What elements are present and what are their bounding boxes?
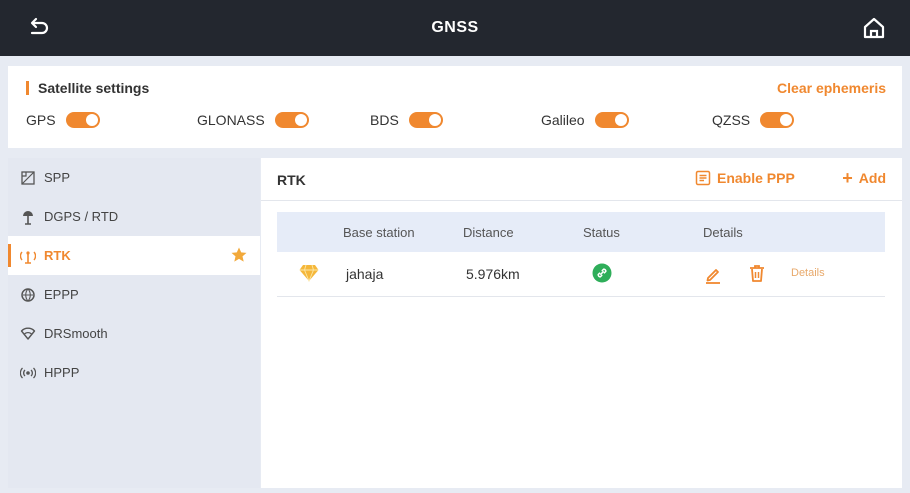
broadcast-icon: [20, 367, 36, 378]
table-header: Base station Distance Status Details: [277, 212, 885, 252]
link-status-icon: [592, 263, 612, 283]
bds-label: BDS: [370, 112, 399, 128]
sidebar-item-dgps-rtd[interactable]: DGPS / RTD: [8, 197, 260, 236]
sidebar-item-label: DGPS / RTD: [44, 209, 119, 224]
glonass-label: GLONASS: [197, 112, 265, 128]
clear-ephemeris-button[interactable]: Clear ephemeris: [777, 80, 886, 96]
sidebar-item-label: HPPP: [44, 365, 80, 380]
edit-icon[interactable]: [703, 264, 723, 284]
rtk-title: RTK: [277, 172, 306, 188]
gps-label: GPS: [26, 112, 56, 128]
delete-icon[interactable]: [747, 263, 767, 283]
glonass-setting: GLONASS: [197, 112, 309, 128]
add-button[interactable]: + Add: [842, 168, 886, 188]
satellite-settings-title: Satellite settings: [26, 80, 149, 96]
list-icon: [695, 170, 711, 186]
bds-setting: BDS: [370, 112, 443, 128]
wifi-icon: [20, 327, 36, 340]
sidebar-item-drsmooth[interactable]: DRSmooth: [8, 314, 260, 353]
base-station-name: jahaja: [346, 266, 384, 282]
qzss-toggle[interactable]: [760, 112, 795, 128]
back-arrow-icon[interactable]: [24, 14, 52, 42]
sidebar-item-label: RTK: [44, 248, 71, 263]
satellite-settings-label: Satellite settings: [38, 80, 150, 96]
column-header: Details: [703, 225, 743, 240]
antenna-icon: [23, 210, 33, 225]
add-label: Add: [858, 170, 886, 186]
sidebar-item-label: DRSmooth: [44, 326, 108, 341]
sidebar-item-hppp[interactable]: HPPP: [8, 353, 260, 392]
enable-ppp-label: Enable PPP: [717, 170, 795, 186]
galileo-toggle[interactable]: [594, 112, 629, 128]
glonass-toggle[interactable]: [274, 112, 309, 128]
qzss-setting: QZSS: [712, 112, 795, 128]
sidebar-item-label: SPP: [44, 170, 71, 185]
page-title: GNSS: [431, 19, 479, 36]
top-bar: GNSS: [0, 0, 910, 56]
mode-sidebar: SPP DGPS / RTD RTK EPPP DRSmooth HPPP: [8, 158, 260, 488]
table-row[interactable]: jahaja 5.976km Details: [277, 252, 885, 297]
column-header: Base station: [343, 225, 415, 240]
home-icon[interactable]: [860, 14, 888, 42]
gps-setting: GPS: [26, 112, 100, 128]
column-header: Status: [583, 225, 620, 240]
qzss-label: QZSS: [712, 112, 751, 128]
details-link[interactable]: Details: [791, 267, 825, 279]
rtk-panel: RTK Enable PPP + Add Base station Distan…: [261, 158, 902, 488]
sidebar-item-eppp[interactable]: EPPP: [8, 275, 260, 314]
galileo-label: Galileo: [541, 112, 585, 128]
globe-icon: [21, 287, 35, 302]
sidebar-item-label: EPPP: [44, 287, 79, 302]
satellite-icon: [21, 170, 35, 185]
sidebar-item-spp[interactable]: SPP: [8, 158, 260, 197]
sidebar-item-rtk[interactable]: RTK: [8, 236, 260, 275]
gps-toggle[interactable]: [65, 112, 100, 128]
satellite-settings-panel: Satellite settings Clear ephemeris GPS G…: [8, 66, 902, 148]
star-icon[interactable]: [230, 246, 248, 264]
distance-value: 5.976km: [466, 266, 520, 282]
diamond-icon: [299, 264, 319, 282]
section-marker: [26, 81, 29, 95]
base-station-table: Base station Distance Status Details jah…: [277, 212, 885, 297]
column-header: Distance: [463, 225, 514, 240]
enable-ppp-button[interactable]: Enable PPP: [695, 170, 795, 186]
rtk-icon: [20, 250, 36, 264]
galileo-setting: Galileo: [541, 112, 629, 128]
rtk-header: RTK Enable PPP + Add: [261, 158, 902, 201]
bds-toggle[interactable]: [408, 112, 443, 128]
plus-icon: +: [842, 168, 853, 188]
